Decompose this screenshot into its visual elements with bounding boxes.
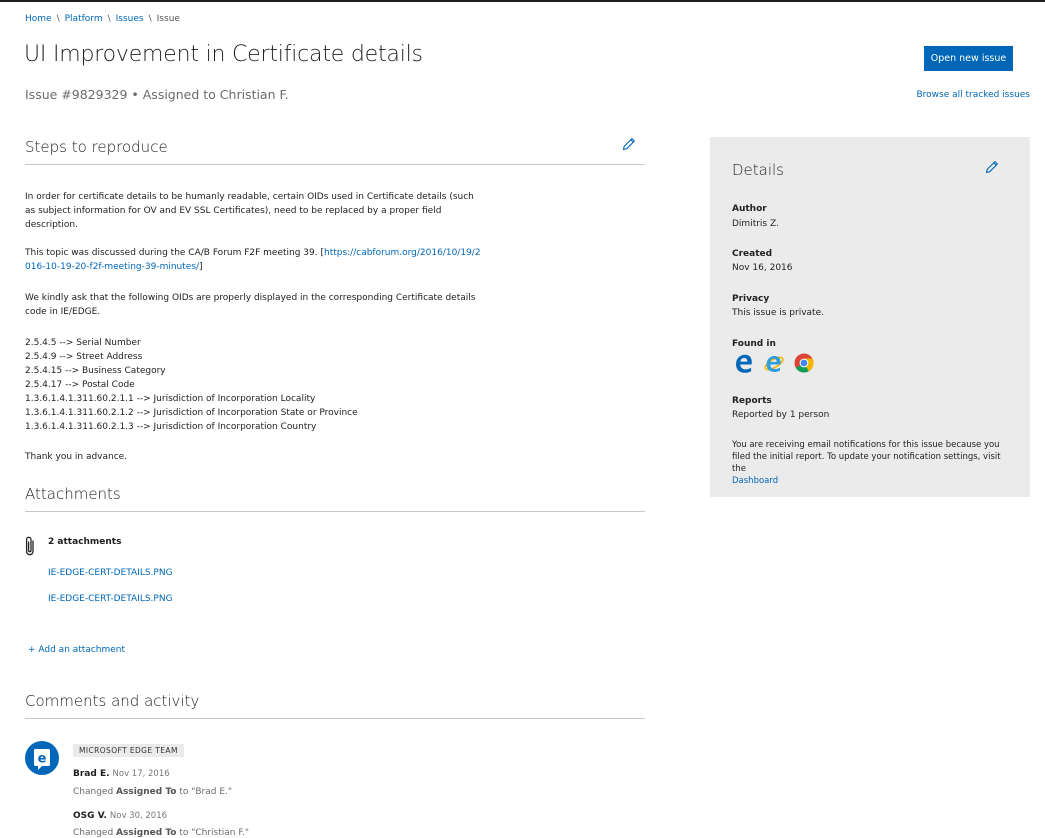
attachments-divider xyxy=(25,511,645,512)
activity-author-name: Brad E. xyxy=(73,769,110,779)
activity-author: Brad E. Nov 17, 2016 xyxy=(73,769,170,779)
activity-author: OSG V. Nov 30, 2016 xyxy=(73,811,167,821)
edge-team-avatar-icon: e xyxy=(25,741,59,775)
edit-details-pencil-icon[interactable] xyxy=(984,159,1000,175)
reports-value: Reported by 1 person xyxy=(732,410,830,420)
oid-item: 1.3.6.1.4.1.311.60.2.1.2 --> Jurisdictio… xyxy=(25,408,358,418)
attachments-heading: Attachments xyxy=(25,485,121,503)
oid-item: 2.5.4.9 --> Street Address xyxy=(25,352,143,362)
attachment-file-link[interactable]: IE-EDGE-CERT-DETAILS.PNG xyxy=(48,594,173,604)
steps-body: In order for certificate details to be h… xyxy=(25,190,485,464)
page-title: UI Improvement in Certificate details xyxy=(24,42,423,67)
created-value: Nov 16, 2016 xyxy=(732,263,793,273)
activity-change-value: to "Brad E." xyxy=(176,787,232,797)
breadcrumb-platform[interactable]: Platform xyxy=(65,14,103,24)
reports-label: Reports xyxy=(732,396,772,406)
attachment-file-link[interactable]: IE-EDGE-CERT-DETAILS.PNG xyxy=(48,568,173,578)
add-attachment-link[interactable]: + Add an attachment xyxy=(28,645,125,655)
found-in-label: Found in xyxy=(732,339,776,349)
activity-author-name: OSG V. xyxy=(73,811,107,821)
oid-item: 2.5.4.17 --> Postal Code xyxy=(25,380,135,390)
open-new-issue-button[interactable]: Open new issue xyxy=(924,46,1013,71)
paperclip-icon xyxy=(25,536,34,556)
browse-all-tracked-issues-link[interactable]: Browse all tracked issues xyxy=(916,90,1030,100)
breadcrumb-separator: \ xyxy=(56,14,60,24)
chrome-icon xyxy=(794,353,814,373)
breadcrumb-separator: \ xyxy=(107,14,111,24)
steps-paragraph-1: In order for certificate details to be h… xyxy=(25,192,474,230)
steps-paragraph-2-end: ] xyxy=(199,262,203,272)
created-label: Created xyxy=(732,249,773,259)
oid-list: 2.5.4.5 --> Serial Number 2.5.4.9 --> St… xyxy=(25,336,485,434)
issue-subtitle: Issue #9829329 • Assigned to Christian F… xyxy=(25,87,289,102)
author-value: Dimitris Z. xyxy=(732,219,780,229)
steps-closing: Thank you in advance. xyxy=(25,452,128,462)
comments-heading: Comments and activity xyxy=(25,692,200,710)
attachment-count: 2 attachments xyxy=(48,537,122,547)
breadcrumb-home[interactable]: Home xyxy=(25,14,52,24)
steps-paragraph-3: We kindly ask that the following OIDs ar… xyxy=(25,293,476,317)
details-panel: Details Author Dimitris Z. Created Nov 1… xyxy=(710,137,1030,497)
breadcrumb-separator: \ xyxy=(148,14,152,24)
breadcrumb-current: Issue xyxy=(156,14,180,24)
svg-text:e: e xyxy=(38,752,47,767)
steps-divider xyxy=(25,164,645,165)
steps-paragraph-2: This topic was discussed during the CA/B… xyxy=(25,246,485,274)
steps-heading: Steps to reproduce xyxy=(25,138,168,156)
edge-icon xyxy=(736,354,752,373)
edit-steps-pencil-icon[interactable] xyxy=(621,136,637,152)
comments-divider xyxy=(25,718,645,719)
details-heading: Details xyxy=(732,161,785,179)
oid-item: 2.5.4.15 --> Business Category xyxy=(25,366,166,376)
top-border xyxy=(0,0,1045,2)
activity-change: Changed Assigned To to "Brad E." xyxy=(73,787,232,797)
oid-item: 1.3.6.1.4.1.311.60.2.1.3 --> Jurisdictio… xyxy=(25,422,317,432)
author-label: Author xyxy=(732,204,767,214)
notification-note: You are receiving email notifications fo… xyxy=(732,439,1002,487)
activity-change-prefix: Changed xyxy=(73,787,117,797)
notification-note-text: You are receiving email notifications fo… xyxy=(732,440,1001,474)
dashboard-link[interactable]: Dashboard xyxy=(732,476,778,486)
oid-item: 1.3.6.1.4.1.311.60.2.1.1 --> Jurisdictio… xyxy=(25,394,316,404)
breadcrumb: Home \ Platform \ Issues \ Issue xyxy=(25,13,180,25)
activity-date: Nov 30, 2016 xyxy=(109,811,168,821)
activity-change-field: Assigned To xyxy=(116,787,177,797)
privacy-label: Privacy xyxy=(732,294,770,304)
breadcrumb-issues[interactable]: Issues xyxy=(116,14,144,24)
activity-date: Nov 17, 2016 xyxy=(112,769,170,779)
team-badge: MICROSOFT EDGE TEAM xyxy=(73,744,184,757)
privacy-value: This issue is private. xyxy=(732,308,824,318)
oid-item: 2.5.4.5 --> Serial Number xyxy=(25,338,141,348)
internet-explorer-icon xyxy=(764,356,784,372)
steps-paragraph-2-text: This topic was discussed during the CA/B… xyxy=(25,248,324,258)
